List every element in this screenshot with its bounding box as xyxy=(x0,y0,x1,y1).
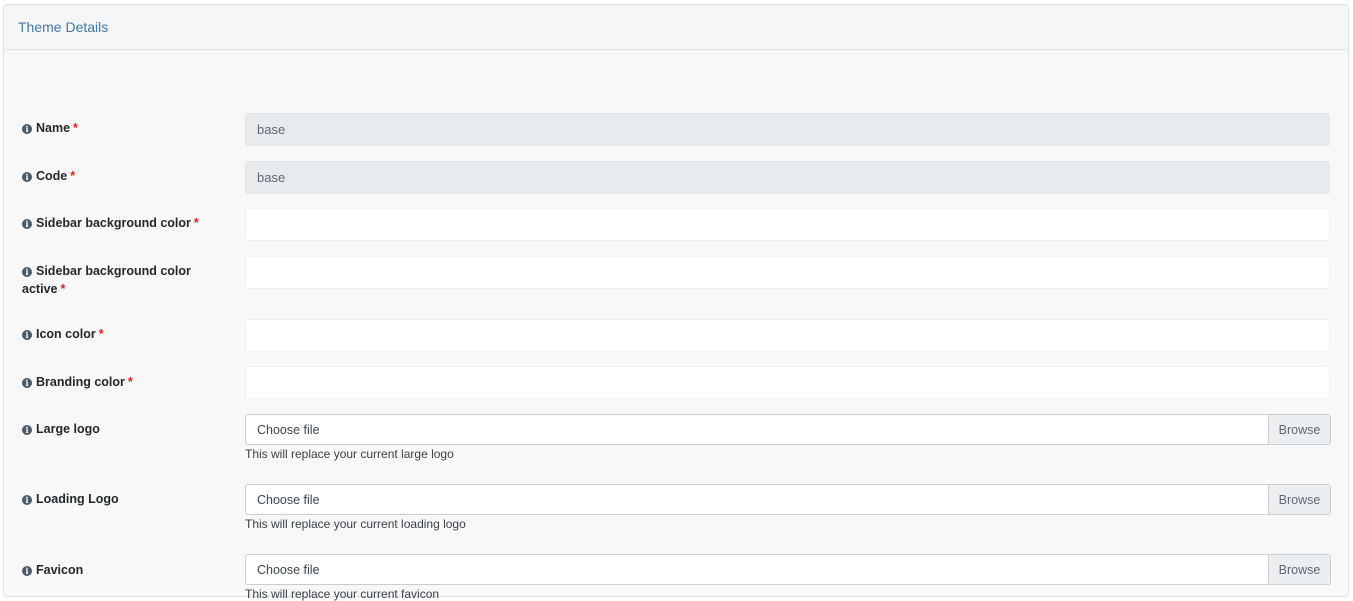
sidebar-bg-active-label: i Sidebar background color active * xyxy=(22,264,191,296)
browse-button[interactable]: Browse xyxy=(1268,555,1330,584)
info-icon: i xyxy=(22,124,32,134)
favicon-file-input[interactable]: Choose file Browse xyxy=(245,554,1331,585)
name-label: i Name * xyxy=(22,119,212,137)
icon-color-input[interactable] xyxy=(245,319,1330,352)
file-placeholder: Choose file xyxy=(257,562,320,577)
sidebar-bg-input[interactable] xyxy=(245,208,1330,241)
info-icon: i xyxy=(22,495,32,505)
favicon-label: i Favicon xyxy=(22,561,212,579)
large-logo-help-text: This will replace your current large log… xyxy=(245,447,454,461)
name-input[interactable]: base xyxy=(245,113,1330,146)
large-logo-label: i Large logo xyxy=(22,420,212,438)
info-icon: i xyxy=(22,219,32,229)
browse-button[interactable]: Browse xyxy=(1268,485,1330,514)
required-asterisk: * xyxy=(60,282,66,296)
info-icon: i xyxy=(22,330,32,340)
info-icon: i xyxy=(22,172,32,182)
code-input[interactable]: base xyxy=(245,161,1330,194)
info-icon: i xyxy=(22,267,32,277)
required-asterisk: * xyxy=(98,327,104,341)
file-placeholder: Choose file xyxy=(257,422,320,437)
info-icon: i xyxy=(22,566,32,576)
loading-logo-file-input[interactable]: Choose file Browse xyxy=(245,484,1331,515)
card-title: Theme Details xyxy=(18,19,109,35)
browse-button[interactable]: Browse xyxy=(1268,415,1330,444)
required-asterisk: * xyxy=(70,169,76,183)
branding-color-input[interactable] xyxy=(245,366,1330,399)
info-icon: i xyxy=(22,378,32,388)
sidebar-bg-label: i Sidebar background color * xyxy=(22,214,212,232)
required-asterisk: * xyxy=(127,375,133,389)
branding-color-label: i Branding color * xyxy=(22,373,212,391)
icon-color-label: i Icon color * xyxy=(22,325,212,343)
file-placeholder: Choose file xyxy=(257,492,320,507)
required-asterisk: * xyxy=(73,121,78,135)
required-asterisk: * xyxy=(193,216,199,230)
card-header: Theme Details xyxy=(4,5,1348,50)
code-label: i Code * xyxy=(22,167,212,185)
sidebar-bg-active-input[interactable] xyxy=(245,256,1330,289)
theme-details-card: Theme Details i Name * base i Code * base iS… xyxy=(3,4,1349,601)
large-logo-file-input[interactable]: Choose file Browse xyxy=(245,414,1331,445)
info-icon: i xyxy=(22,425,32,435)
loading-logo-help-text: This will replace your current loading l… xyxy=(245,517,466,531)
loading-logo-label: i Loading Logo xyxy=(22,490,212,508)
